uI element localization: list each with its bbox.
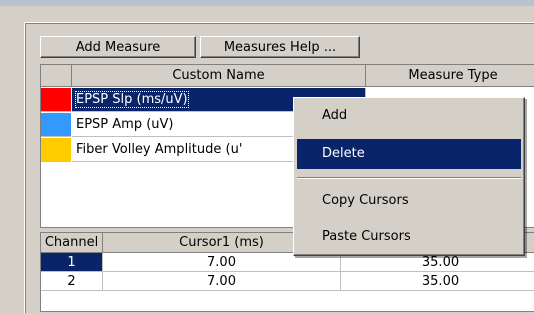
custom-name-text: EPSP Slp (ms/uV) bbox=[75, 91, 189, 108]
cursor1-cell[interactable]: 7.00 bbox=[103, 272, 341, 291]
cursor2-cell[interactable]: 35.00 bbox=[341, 272, 534, 291]
add-measure-button[interactable]: Add Measure bbox=[40, 36, 196, 58]
measures-help-button[interactable]: Measures Help ... bbox=[200, 36, 360, 58]
channel-cell[interactable]: 2 bbox=[41, 272, 103, 291]
color-swatch[interactable] bbox=[41, 138, 71, 162]
menu-item-delete[interactable]: Delete bbox=[297, 139, 521, 169]
context-menu: Add Delete Copy Cursors Paste Cursors bbox=[293, 97, 525, 256]
table-row[interactable]: 2 7.00 35.00 bbox=[41, 272, 534, 291]
channel-cell[interactable]: 1 bbox=[41, 253, 103, 272]
menu-item-copy-cursors[interactable]: Copy Cursors bbox=[297, 186, 521, 216]
column-header-custom-name[interactable]: Custom Name bbox=[72, 65, 366, 87]
column-header-channel[interactable]: Channel bbox=[41, 233, 103, 253]
row-header-corner bbox=[41, 65, 72, 87]
window-top-edge bbox=[0, 0, 534, 6]
column-header-measure-type[interactable]: Measure Type bbox=[366, 65, 534, 87]
menu-separator bbox=[297, 177, 521, 179]
menu-item-paste-cursors[interactable]: Paste Cursors bbox=[297, 222, 521, 252]
menu-item-add[interactable]: Add bbox=[297, 101, 521, 131]
color-swatch[interactable] bbox=[41, 113, 71, 137]
color-swatch[interactable] bbox=[41, 88, 71, 112]
